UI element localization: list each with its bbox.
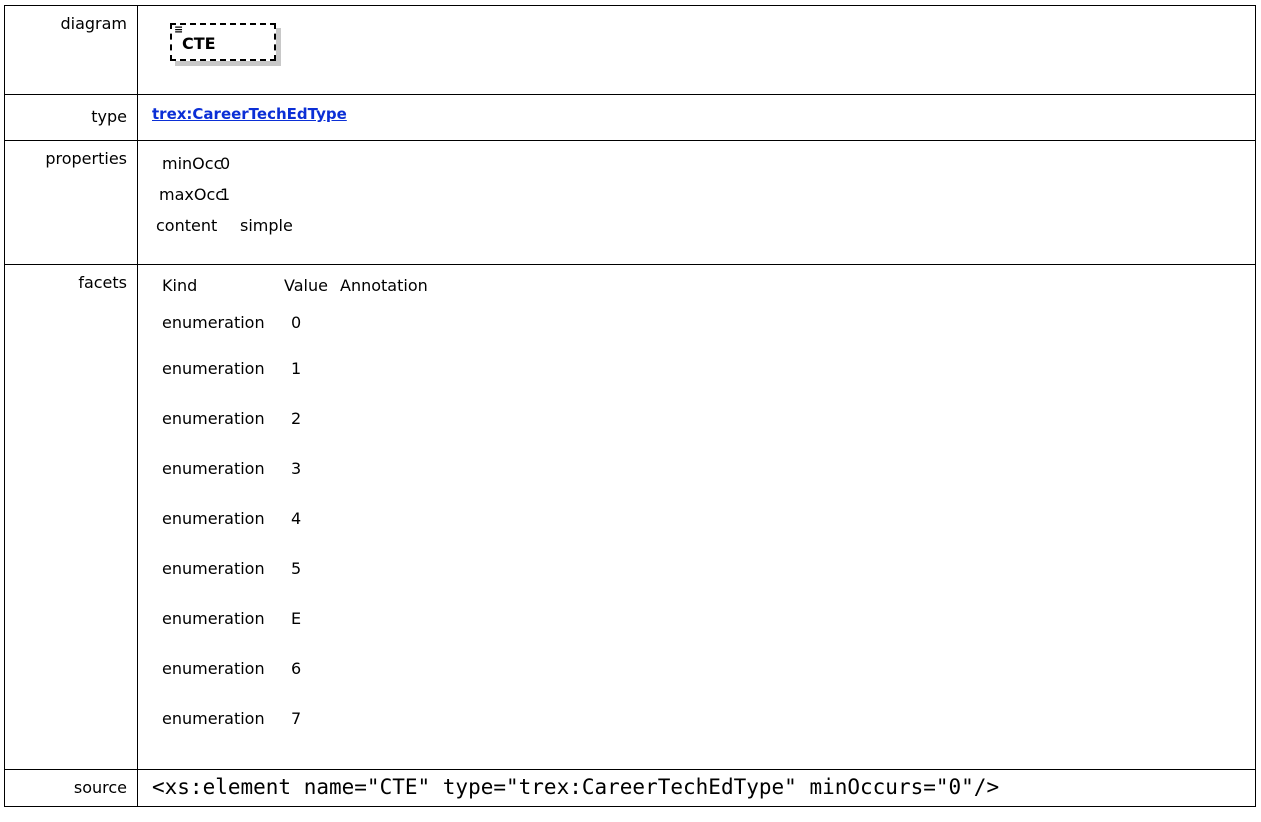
- label-type: type: [4, 94, 138, 141]
- label-properties: properties: [4, 140, 138, 265]
- property-key: minOcc: [162, 154, 223, 173]
- property-value: 1: [220, 185, 231, 204]
- label-facets: facets: [4, 264, 138, 770]
- facet-kind: enumeration: [162, 609, 265, 628]
- diagram-cell: ≡ CTE: [137, 5, 1256, 95]
- facets-header-annotation: Annotation: [340, 276, 428, 295]
- facet-kind: enumeration: [162, 509, 265, 528]
- diagram-box[interactable]: ≡ CTE: [170, 23, 276, 61]
- facet-row: enumeration 2: [152, 394, 1255, 444]
- facet-row: enumeration E: [152, 594, 1255, 644]
- source-code: <xs:element name="CTE" type="trex:Career…: [137, 769, 1256, 807]
- facets-header: Kind Value Annotation: [152, 269, 1255, 302]
- facet-kind: enumeration: [162, 459, 265, 478]
- row-type: type trex:CareerTechEdType: [4, 94, 1256, 141]
- facet-row: enumeration 6: [152, 644, 1255, 694]
- facet-kind: enumeration: [162, 659, 265, 678]
- facet-row: enumeration 0: [152, 302, 1255, 344]
- facets-header-kind: Kind: [162, 276, 198, 295]
- property-row: maxOcc1: [152, 179, 1255, 210]
- facets-header-value: Value: [284, 276, 328, 295]
- properties-cell: minOcc0 maxOcc1 content simple: [137, 140, 1256, 265]
- property-key: maxOcc: [159, 185, 225, 204]
- property-key: content: [156, 216, 218, 235]
- facet-value: 4: [291, 509, 302, 528]
- row-diagram: diagram ≡ CTE: [4, 5, 1256, 95]
- type-link[interactable]: trex:CareerTechEdType: [152, 105, 347, 123]
- facet-row: enumeration 5: [152, 544, 1255, 594]
- facet-row: enumeration 1: [152, 344, 1255, 394]
- property-row: content simple: [152, 210, 1255, 241]
- label-diagram: diagram: [4, 5, 138, 95]
- facet-row: enumeration 4: [152, 494, 1255, 544]
- facet-kind: enumeration: [162, 559, 265, 578]
- row-source: source <xs:element name="CTE" type="trex…: [4, 769, 1256, 807]
- property-row: minOcc0: [152, 148, 1255, 179]
- facet-value: 3: [291, 459, 302, 478]
- property-value: 0: [220, 154, 231, 173]
- facet-kind: enumeration: [162, 709, 265, 728]
- facet-value: 7: [291, 709, 302, 728]
- facet-value: E: [291, 609, 302, 628]
- facet-kind: enumeration: [162, 313, 265, 332]
- type-cell: trex:CareerTechEdType: [137, 94, 1256, 141]
- facets-cell: Kind Value Annotation enumeration 0 enumera…: [137, 264, 1256, 770]
- element-diagram-name: CTE: [182, 34, 216, 53]
- element-doc-table: diagram ≡ CTE type trex:CareerTechEdType…: [4, 5, 1256, 807]
- property-value: simple: [240, 216, 293, 235]
- facet-kind: enumeration: [162, 409, 265, 428]
- facet-value: 2: [291, 409, 302, 428]
- facet-kind: enumeration: [162, 359, 265, 378]
- facet-value: 6: [291, 659, 302, 678]
- label-source: source: [4, 769, 138, 807]
- row-facets: facets Kind Value Annotation enumeration 0 …: [4, 264, 1256, 770]
- row-properties: properties minOcc0 maxOcc1 content simple: [4, 140, 1256, 265]
- facet-row: enumeration 3: [152, 444, 1255, 494]
- facet-value: 0: [291, 313, 302, 332]
- facet-row: enumeration 7: [152, 694, 1255, 744]
- facet-value: 1: [291, 359, 302, 378]
- element-diagram[interactable]: ≡ CTE: [170, 23, 276, 61]
- facet-value: 5: [291, 559, 302, 578]
